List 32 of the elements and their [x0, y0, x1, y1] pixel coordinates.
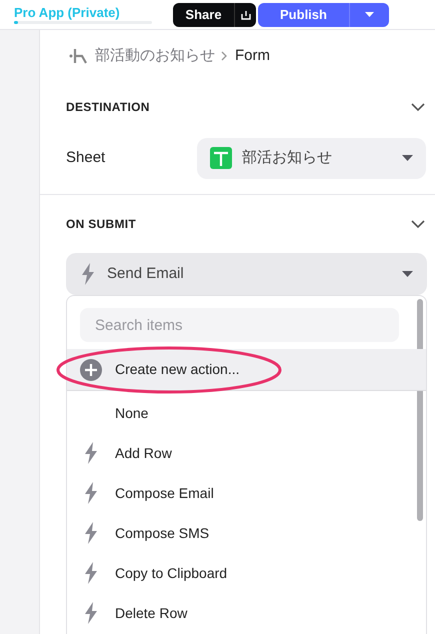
caret-icon	[402, 270, 413, 278]
breadcrumb-item: Form	[235, 46, 270, 66]
lightning-icon	[81, 263, 95, 285]
lightning-icon	[84, 442, 98, 464]
menu-item[interactable]: Delete Row	[67, 593, 412, 633]
menu-item[interactable]: Compose SMS	[67, 513, 412, 553]
export-icon	[240, 10, 250, 20]
form-icon	[69, 48, 89, 64]
action-select[interactable]: Send Email	[66, 253, 427, 295]
breadcrumb-item[interactable]: 部活動のお知らせ	[95, 44, 215, 68]
lightning-icon	[84, 562, 98, 584]
chevron-icon[interactable]	[411, 220, 425, 228]
menu-item[interactable]: Compose Email	[67, 473, 412, 513]
menu-item[interactable]: Add Row	[67, 433, 412, 473]
section-title: ON SUBMIT	[66, 216, 136, 233]
publish-button[interactable]: Publish	[258, 2, 389, 26]
lightning-icon	[84, 482, 98, 504]
caret-icon	[365, 12, 374, 18]
caret-icon	[402, 154, 413, 162]
field-label: Sheet	[66, 148, 106, 168]
sheet-select[interactable]: 部活お知らせ	[197, 138, 426, 178]
lightning-icon	[84, 602, 98, 624]
plus-circle-icon	[80, 358, 102, 380]
sheet-icon	[210, 147, 232, 169]
chevron-icon[interactable]	[411, 102, 425, 112]
menu-item[interactable]: Copy to Clipboard	[67, 553, 412, 593]
share-button[interactable]: Share	[173, 2, 256, 26]
lightning-icon	[84, 522, 98, 544]
section-title: DESTINATION	[66, 99, 150, 116]
menu-item[interactable]: None	[67, 393, 412, 433]
search-field[interactable]: Search items	[80, 308, 399, 342]
chevron-right-icon	[221, 51, 227, 61]
